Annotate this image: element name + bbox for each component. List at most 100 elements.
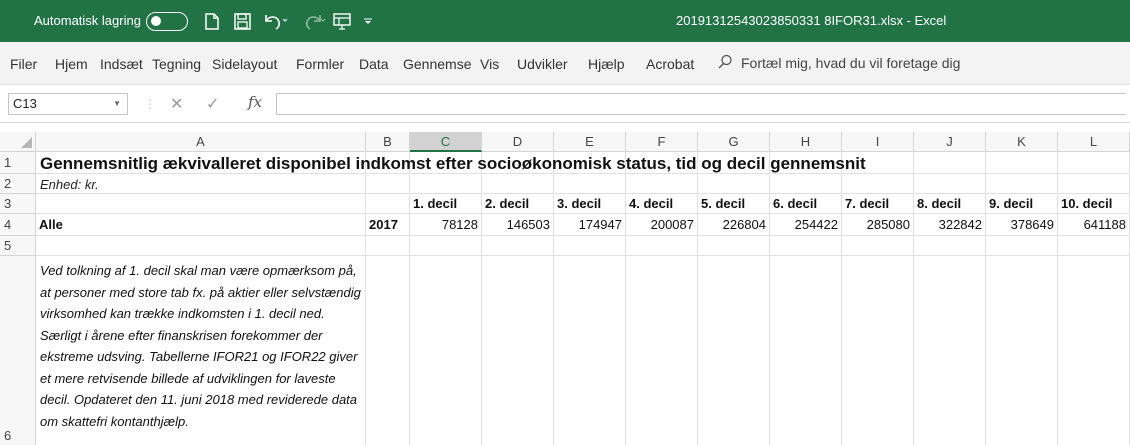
cell-a4[interactable]: Alle (36, 214, 366, 236)
column-header-c[interactable]: C (410, 132, 482, 152)
insert-function-icon[interactable]: fx (248, 93, 262, 111)
column-header-d[interactable]: D (482, 132, 554, 152)
cell[interactable] (482, 174, 554, 194)
tab-hjaelp[interactable]: Hjælp (588, 56, 625, 72)
tab-gennemse[interactable]: Gennemse (403, 56, 471, 72)
cell[interactable] (482, 256, 554, 445)
decile-value-cell[interactable]: 174947 (554, 214, 626, 236)
cell[interactable] (914, 256, 986, 445)
cell[interactable] (770, 256, 842, 445)
column-header-i[interactable]: I (842, 132, 914, 152)
cell[interactable] (842, 236, 914, 256)
decile-header-cell[interactable]: 7. decil (842, 194, 914, 214)
cell[interactable] (482, 236, 554, 256)
cell[interactable] (842, 174, 914, 194)
tab-filer[interactable]: Filer (10, 56, 37, 72)
row-header-6[interactable]: 6 (0, 256, 36, 445)
cell[interactable] (986, 152, 1058, 174)
cell[interactable] (1058, 256, 1130, 445)
formula-input[interactable] (276, 93, 1126, 115)
tab-indsaet[interactable]: Indsæt (100, 56, 143, 72)
customize-qat-icon[interactable] (364, 10, 372, 32)
decile-value-cell[interactable]: 78128 (410, 214, 482, 236)
tab-data[interactable]: Data (359, 56, 389, 72)
decile-header-cell[interactable]: 6. decil (770, 194, 842, 214)
row-header-2[interactable]: 2 (0, 174, 36, 194)
new-file-icon[interactable] (205, 10, 219, 32)
redo-icon[interactable] (300, 10, 326, 32)
cell[interactable] (986, 236, 1058, 256)
cell[interactable] (914, 152, 986, 174)
row-header-5[interactable]: 5 (0, 236, 36, 256)
cell[interactable] (366, 194, 410, 214)
cell[interactable] (410, 174, 482, 194)
cell[interactable] (842, 256, 914, 445)
cell[interactable] (770, 236, 842, 256)
tab-vis[interactable]: Vis (480, 56, 499, 72)
select-all-button[interactable] (0, 132, 36, 152)
cell[interactable] (366, 236, 410, 256)
cell[interactable] (554, 256, 626, 445)
cell[interactable] (626, 256, 698, 445)
cell[interactable] (366, 174, 410, 194)
tell-me-search[interactable]: Fortæl mig, hvad du vil foretage dig (718, 54, 960, 72)
cell[interactable] (36, 236, 366, 256)
column-header-f[interactable]: F (626, 132, 698, 152)
decile-header-cell[interactable]: 4. decil (626, 194, 698, 214)
decile-value-cell[interactable]: 200087 (626, 214, 698, 236)
row-header-4[interactable]: 4 (0, 214, 36, 236)
tab-acrobat[interactable]: Acrobat (646, 56, 694, 72)
cell[interactable] (1058, 152, 1130, 174)
column-header-a[interactable]: A (36, 132, 366, 152)
decile-header-cell[interactable]: 8. decil (914, 194, 986, 214)
decile-header-cell[interactable]: 1. decil (410, 194, 482, 214)
cell[interactable] (410, 236, 482, 256)
cell[interactable] (626, 174, 698, 194)
column-header-g[interactable]: G (698, 132, 770, 152)
column-header-j[interactable]: J (914, 132, 986, 152)
decile-value-cell[interactable]: 254422 (770, 214, 842, 236)
name-box[interactable]: C13 ▼ (8, 93, 128, 115)
column-header-h[interactable]: H (770, 132, 842, 152)
column-header-l[interactable]: L (1058, 132, 1130, 152)
cell[interactable] (554, 236, 626, 256)
save-icon[interactable] (234, 10, 251, 32)
cell[interactable] (698, 236, 770, 256)
decile-header-cell[interactable]: 5. decil (698, 194, 770, 214)
cell[interactable] (698, 174, 770, 194)
autosave-toggle[interactable] (146, 12, 188, 31)
tab-hjem[interactable]: Hjem (55, 56, 88, 72)
decile-header-cell[interactable]: 2. decil (482, 194, 554, 214)
decile-header-cell[interactable]: 9. decil (986, 194, 1058, 214)
tab-tegning[interactable]: Tegning (152, 56, 201, 72)
cancel-icon[interactable]: ✕ (170, 94, 183, 114)
decile-value-cell[interactable]: 285080 (842, 214, 914, 236)
column-header-k[interactable]: K (986, 132, 1058, 152)
decile-value-cell[interactable]: 322842 (914, 214, 986, 236)
cell[interactable] (36, 194, 366, 214)
cell[interactable] (1058, 236, 1130, 256)
decile-value-cell[interactable]: 641188 (1058, 214, 1130, 236)
decile-value-cell[interactable]: 378649 (986, 214, 1058, 236)
decile-header-cell[interactable]: 10. decil (1058, 194, 1130, 214)
cell[interactable] (770, 174, 842, 194)
cell[interactable] (986, 256, 1058, 445)
cell[interactable] (1058, 174, 1130, 194)
cell[interactable] (914, 236, 986, 256)
cell[interactable] (366, 256, 410, 445)
enter-icon[interactable]: ✓ (206, 94, 219, 114)
tab-sidelayout[interactable]: Sidelayout (212, 56, 277, 72)
touch-mode-icon[interactable] (333, 10, 351, 32)
undo-icon[interactable] (262, 10, 288, 32)
row-header-1[interactable]: 1 (0, 152, 36, 174)
cell-b4[interactable]: 2017 (366, 214, 410, 236)
cell[interactable] (986, 174, 1058, 194)
cell[interactable] (914, 174, 986, 194)
column-header-b[interactable]: B (366, 132, 410, 152)
tab-udvikler[interactable]: Udvikler (517, 56, 568, 72)
cell[interactable] (698, 256, 770, 445)
cell[interactable] (626, 236, 698, 256)
column-header-e[interactable]: E (554, 132, 626, 152)
decile-value-cell[interactable]: 226804 (698, 214, 770, 236)
decile-header-cell[interactable]: 3. decil (554, 194, 626, 214)
